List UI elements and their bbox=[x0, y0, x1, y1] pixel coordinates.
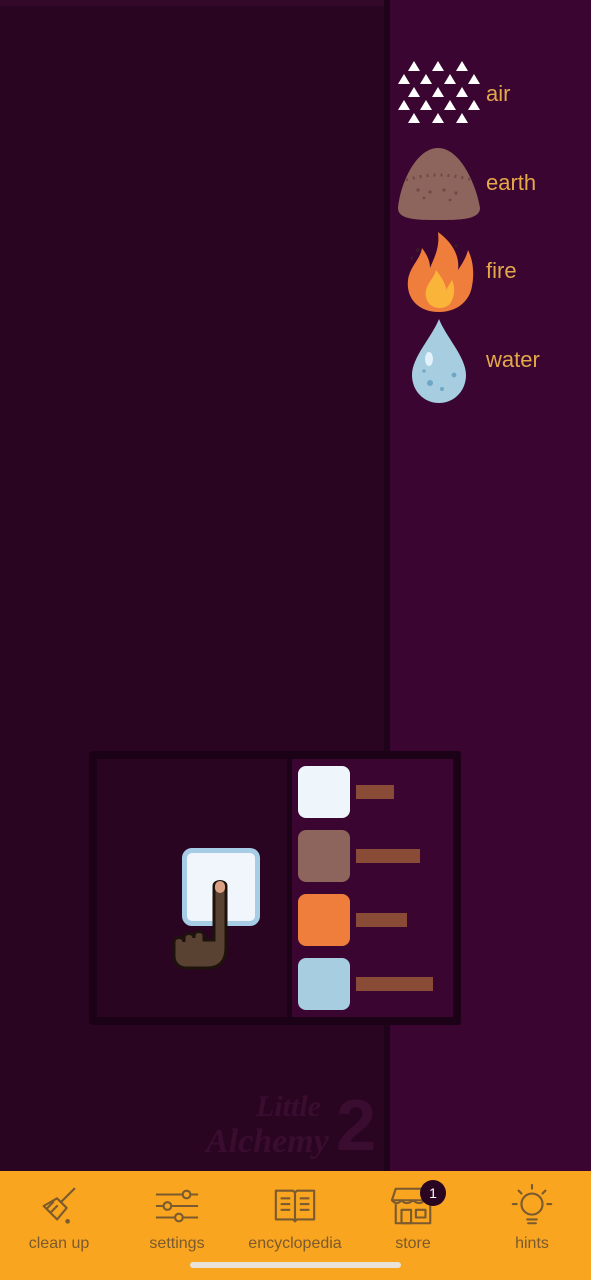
tutorial-label-bar bbox=[356, 977, 433, 991]
tutorial-sidebar bbox=[292, 759, 453, 1017]
tutorial-label-bar bbox=[356, 913, 407, 927]
broom-icon bbox=[42, 1187, 76, 1224]
nav-label: settings bbox=[149, 1235, 205, 1252]
tutorial-label-bar bbox=[356, 785, 394, 799]
sidebar-item-air[interactable]: air bbox=[396, 51, 586, 137]
tutorial-row bbox=[298, 830, 448, 882]
earth-icon bbox=[398, 148, 480, 220]
tutorial-row bbox=[298, 766, 448, 818]
nav-label: hints bbox=[515, 1235, 549, 1252]
tutorial-swatch bbox=[298, 958, 350, 1010]
tutorial-swatch bbox=[298, 830, 350, 882]
tutorial-swatch bbox=[298, 894, 350, 946]
nav-label: clean up bbox=[28, 1235, 90, 1252]
tutorial-row bbox=[298, 958, 448, 1010]
svg-text:2: 2 bbox=[336, 1086, 376, 1166]
sliders-icon bbox=[155, 1189, 199, 1223]
store-badge: 1 bbox=[420, 1180, 446, 1206]
svg-text:Alchemy: Alchemy bbox=[204, 1123, 330, 1160]
settings-button[interactable]: settings bbox=[118, 1183, 236, 1253]
tutorial-row bbox=[298, 894, 448, 946]
sidebar-item-label: fire bbox=[486, 258, 517, 283]
little-alchemy-logo: Little Alchemy 2 bbox=[204, 1086, 376, 1166]
sidebar-item-label: water bbox=[486, 347, 540, 372]
encyclopedia-button[interactable]: encyclopedia bbox=[236, 1183, 354, 1253]
sidebar-item-label: earth bbox=[486, 170, 537, 195]
air-icon bbox=[398, 61, 480, 123]
tutorial-swatch bbox=[298, 766, 350, 818]
svg-text:Little: Little bbox=[255, 1090, 321, 1123]
tutorial-label-bar bbox=[356, 849, 420, 863]
store-button[interactable]: store bbox=[354, 1183, 472, 1253]
home-indicator[interactable] bbox=[190, 1262, 401, 1268]
sidebar-item-water[interactable]: water bbox=[396, 317, 586, 403]
top-border bbox=[0, 0, 386, 6]
tutorial-overlay bbox=[89, 751, 461, 1025]
nav-label: encyclopedia bbox=[248, 1235, 342, 1252]
nav-label: store bbox=[395, 1235, 431, 1252]
clean-up-button[interactable]: clean up bbox=[0, 1183, 118, 1253]
sidebar-item-earth[interactable]: earth bbox=[396, 140, 586, 226]
lightbulb-icon bbox=[511, 1183, 553, 1225]
sidebar-item-fire[interactable]: fire bbox=[396, 228, 586, 314]
book-icon bbox=[274, 1189, 316, 1223]
water-icon bbox=[412, 319, 466, 403]
pointing-hand-icon bbox=[172, 880, 228, 970]
hints-button[interactable]: hints bbox=[473, 1183, 591, 1253]
fire-icon bbox=[407, 232, 474, 312]
sidebar-item-label: air bbox=[486, 81, 511, 106]
